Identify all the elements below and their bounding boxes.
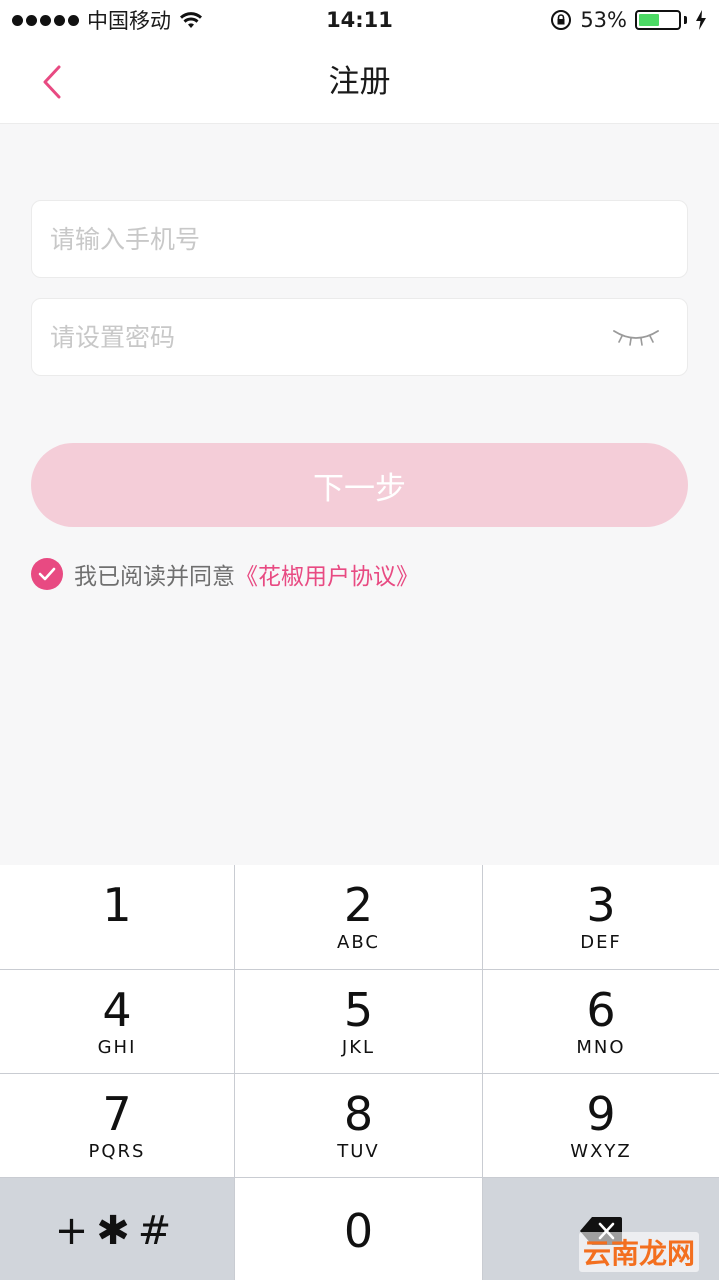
eye-closed-icon — [613, 330, 659, 346]
password-input[interactable] — [50, 299, 610, 375]
user-agreement-link[interactable]: 《花椒用户协议》 — [235, 557, 419, 591]
battery-icon — [635, 10, 687, 30]
key-symbols[interactable]: +✱# — [0, 1178, 235, 1280]
phone-input[interactable] — [50, 201, 610, 277]
carrier-label: 中国移动 — [87, 9, 171, 33]
key-digit: 2 — [343, 878, 374, 932]
key-0[interactable]: 0 — [235, 1178, 483, 1280]
key-letters: WXYZ — [570, 1140, 632, 1162]
symbols-label: +✱# — [54, 1207, 180, 1254]
checkmark-icon — [38, 567, 56, 581]
key-6[interactable]: 6 MNO — [483, 970, 719, 1073]
wifi-icon — [180, 12, 202, 28]
status-right: 53% — [550, 8, 707, 32]
key-9[interactable]: 9 WXYZ — [483, 1074, 719, 1177]
key-4[interactable]: 4 GHI — [0, 970, 235, 1073]
key-digit: 4 — [102, 982, 132, 1037]
signal-dots-icon — [12, 14, 79, 26]
status-bar: 中国移动 14:11 53% — [0, 0, 719, 40]
key-letters: TUV — [337, 1140, 380, 1162]
key-1[interactable]: 1 — [0, 865, 235, 969]
key-letters: MNO — [576, 1036, 626, 1058]
key-5[interactable]: 5 JKL — [235, 970, 483, 1073]
key-8[interactable]: 8 TUV — [235, 1074, 483, 1177]
key-digit: 3 — [586, 878, 616, 932]
key-digit: 0 — [343, 1203, 374, 1258]
key-letters: DEF — [580, 932, 622, 953]
status-left: 中国移动 — [12, 5, 203, 35]
key-digit: 1 — [102, 878, 132, 932]
agreement-checkbox[interactable] — [31, 558, 63, 590]
watermark-logo: 云南龙网 — [578, 1232, 699, 1272]
key-digit: 6 — [586, 982, 616, 1037]
key-digit: 7 — [102, 1086, 132, 1141]
rotation-lock-icon — [551, 10, 572, 30]
phone-field-container — [31, 200, 688, 278]
key-letters: GHI — [97, 1036, 137, 1058]
page-title: 注册 — [328, 64, 391, 100]
charging-bolt-icon — [696, 10, 706, 30]
battery-percent: 53% — [580, 8, 627, 32]
key-letters: ABC — [337, 932, 380, 953]
key-2[interactable]: 2 ABC — [235, 865, 483, 969]
key-3[interactable]: 3 DEF — [483, 865, 719, 969]
password-visibility-toggle[interactable] — [611, 321, 661, 353]
battery-fill — [639, 14, 660, 26]
numeric-keypad: 1 2 ABC 3 DEF 4 GHI 5 JKL 6 MNO 7 PQRS 8… — [0, 865, 719, 1280]
key-letters: PQRS — [88, 1140, 146, 1162]
key-letters: JKL — [341, 1036, 376, 1058]
nav-bar: 注册 — [0, 40, 719, 124]
key-digit: 9 — [586, 1086, 616, 1141]
agreement-text: 我已阅读并同意 — [74, 564, 235, 590]
agreement-row: 我已阅读并同意 《花椒用户协议》 — [31, 556, 419, 592]
key-digit: 5 — [343, 982, 374, 1037]
next-step-button[interactable]: 下一步 — [31, 443, 688, 527]
password-field-container — [31, 298, 688, 376]
key-7[interactable]: 7 PQRS — [0, 1074, 235, 1177]
key-digit: 8 — [343, 1086, 374, 1141]
